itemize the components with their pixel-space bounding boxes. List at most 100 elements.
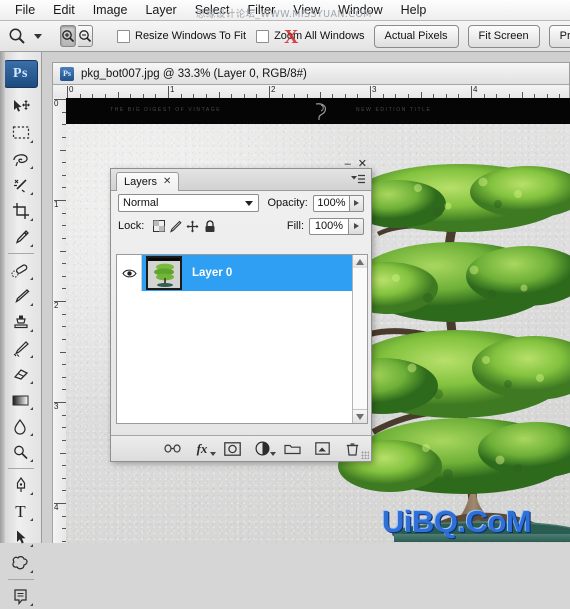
- blend-mode-select[interactable]: Normal: [118, 194, 260, 212]
- close-icon[interactable]: ✕: [163, 177, 171, 187]
- scroll-up-icon[interactable]: [353, 255, 367, 269]
- link-layers-icon[interactable]: [163, 440, 181, 458]
- tool-more-corner-icon: [29, 603, 33, 606]
- layer-thumbnail[interactable]: [146, 256, 182, 290]
- clone-stamp-tool[interactable]: [6, 309, 36, 335]
- menu-select[interactable]: Select: [186, 1, 239, 19]
- horizontal-ruler[interactable]: 0 1 2 3 4: [52, 84, 570, 98]
- new-group-icon[interactable]: [283, 440, 301, 458]
- toolbox-edge: [0, 52, 5, 543]
- resize-grip[interactable]: [361, 451, 369, 459]
- history-brush-tool[interactable]: [6, 335, 36, 361]
- checkbox-box[interactable]: [117, 29, 130, 43]
- layers-panel[interactable]: Layers ✕ – ✕ Normal Opacity: 100% Lock: …: [110, 159, 372, 462]
- tool-more-corner-icon: [29, 355, 33, 358]
- move-tool[interactable]: [6, 94, 36, 120]
- opacity-stepper[interactable]: [350, 194, 364, 212]
- scrollbar-track[interactable]: [353, 268, 367, 410]
- zoom-all-windows-checkbox[interactable]: Zoom All Windows: [256, 29, 365, 43]
- tab-layers[interactable]: Layers ✕: [116, 172, 180, 191]
- new-adjustment-layer-icon[interactable]: [253, 440, 276, 458]
- fill-value: 100%: [314, 220, 344, 232]
- menu-window[interactable]: Window: [329, 1, 391, 19]
- menu-file[interactable]: File: [6, 1, 44, 19]
- gradient-tool[interactable]: [6, 387, 36, 413]
- ruler-tick: [269, 86, 270, 98]
- pen-tool[interactable]: [6, 472, 36, 498]
- new-layer-icon[interactable]: [313, 440, 331, 458]
- scroll-down-icon[interactable]: [353, 409, 367, 423]
- tool-more-corner-icon: [29, 277, 33, 280]
- menu-layer[interactable]: Layer: [136, 1, 185, 19]
- resize-windows-to-fit-checkbox[interactable]: Resize Windows To Fit: [117, 29, 247, 43]
- healing-brush-tool[interactable]: [6, 257, 36, 283]
- eraser-tool[interactable]: [6, 361, 36, 387]
- tool-more-corner-icon: [29, 433, 33, 436]
- banner-logo-icon: [315, 103, 327, 120]
- lock-image-pixels-icon[interactable]: [167, 219, 184, 234]
- layer-style-fx-icon[interactable]: fx: [193, 440, 216, 458]
- vertical-ruler[interactable]: 0 1 2 3 4: [52, 98, 66, 543]
- tool-list: T: [0, 90, 41, 609]
- tool-more-corner-icon: [29, 303, 33, 306]
- lock-transparent-pixels-icon[interactable]: [150, 219, 167, 234]
- checkbox-box[interactable]: [256, 29, 270, 43]
- menu-view[interactable]: View: [284, 1, 329, 19]
- brush-tool[interactable]: [6, 283, 36, 309]
- add-layer-mask-icon[interactable]: [223, 440, 241, 458]
- zoom-in-icon[interactable]: [60, 25, 76, 47]
- print-size-button[interactable]: Print Size: [548, 24, 570, 48]
- resize-windows-label: Resize Windows To Fit: [135, 30, 247, 42]
- tool-more-corner-icon: [29, 192, 33, 195]
- menu-help[interactable]: Help: [392, 1, 436, 19]
- close-icon[interactable]: ✕: [358, 159, 367, 170]
- layer-visibility-toggle[interactable]: [117, 255, 142, 291]
- type-tool[interactable]: T: [6, 498, 36, 524]
- magic-wand-tool[interactable]: [6, 172, 36, 198]
- tool-preset-chevron-down-icon[interactable]: [34, 33, 42, 39]
- blur-tool[interactable]: [6, 413, 36, 439]
- layer-list-scrollbar[interactable]: [352, 255, 367, 423]
- minimize-icon[interactable]: –: [345, 159, 351, 170]
- zoom-tool-icon[interactable]: [8, 24, 26, 48]
- tool-options-bar: Resize Windows To Fit Zoom All Windows A…: [0, 21, 570, 52]
- crop-tool[interactable]: [6, 198, 36, 224]
- ruler-label: 3: [372, 85, 377, 94]
- shape-tool[interactable]: [6, 550, 36, 576]
- menu-image[interactable]: Image: [84, 1, 137, 19]
- fill-stepper[interactable]: [349, 217, 364, 235]
- table-row[interactable]: Layer 0: [117, 255, 367, 291]
- ruler-label: 0: [54, 99, 59, 108]
- tool-divider: [7, 468, 34, 469]
- layer-list[interactable]: Layer 0: [116, 254, 368, 424]
- fill-input[interactable]: 100%: [309, 217, 349, 235]
- fx-glyph: fx: [196, 440, 208, 456]
- fit-screen-button[interactable]: Fit Screen: [467, 24, 540, 48]
- notes-tool[interactable]: [6, 583, 36, 609]
- lock-position-icon[interactable]: [184, 219, 201, 234]
- delete-layer-icon[interactable]: [343, 440, 361, 458]
- path-selection-tool[interactable]: [6, 524, 36, 550]
- menu-edit[interactable]: Edit: [44, 1, 84, 19]
- layers-panel-toolbar: fx: [111, 435, 371, 461]
- lock-all-icon[interactable]: [201, 219, 218, 234]
- document-title-bar[interactable]: Ps pkg_bot007.jpg @ 33.3% (Layer 0, RGB/…: [52, 62, 570, 84]
- dodge-tool[interactable]: [6, 439, 36, 465]
- chevron-down-icon[interactable]: [245, 201, 254, 206]
- chevron-down-icon[interactable]: [210, 451, 216, 456]
- panel-menu-icon[interactable]: [350, 173, 366, 186]
- eyedropper-tool[interactable]: [6, 224, 36, 250]
- tool-more-corner-icon: [29, 329, 33, 332]
- photoshop-window: File Edit Image Layer Select Filter View…: [0, 0, 570, 606]
- menu-filter[interactable]: Filter: [238, 1, 284, 19]
- document-title: pkg_bot007.jpg @ 33.3% (Layer 0, RGB/8#): [81, 67, 307, 80]
- marquee-tool[interactable]: [6, 120, 36, 146]
- ruler-tick: [168, 86, 169, 98]
- tool-divider: [7, 579, 34, 580]
- lasso-tool[interactable]: [6, 146, 36, 172]
- actual-pixels-button[interactable]: Actual Pixels: [373, 24, 459, 48]
- opacity-input[interactable]: 100%: [312, 194, 351, 212]
- chevron-down-icon[interactable]: [270, 451, 276, 456]
- opacity-value: 100%: [317, 197, 346, 209]
- zoom-out-icon[interactable]: [78, 25, 93, 47]
